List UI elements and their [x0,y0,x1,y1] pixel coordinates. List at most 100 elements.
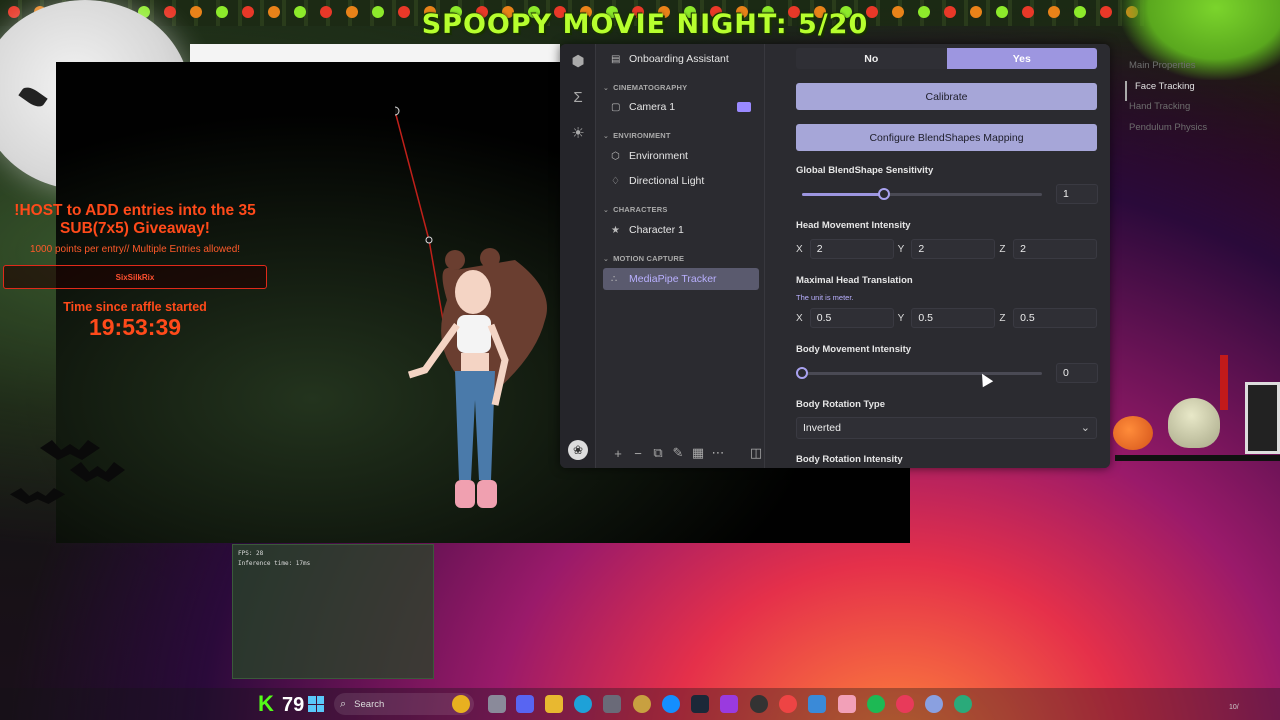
body-movement-input[interactable]: 0 [1056,363,1098,383]
tree-item-character[interactable]: ★ Character 1 [603,219,759,241]
shelf-decoration [1115,455,1280,461]
garland-bulb [268,6,280,18]
sensitivity-label: Global BlendShape Sensitivity [796,165,934,176]
body-rotation-type-select[interactable]: Inverted ⌄ [796,417,1097,439]
weather-icon[interactable] [452,695,470,713]
timer-value: 19:53:39 [88,314,182,340]
garland-bulb [1100,6,1112,18]
tree-item-label: Environment [629,150,688,162]
chrome-icon[interactable] [779,695,797,713]
spotify-icon[interactable] [867,695,885,713]
camera-live-icon[interactable] [737,102,751,112]
nav-main-properties[interactable]: Main Properties [1125,60,1245,81]
giveaway-entrant: SixSilkRix [3,265,267,289]
toggle-yes-button[interactable]: Yes [946,48,1097,69]
axis-z-label: Z [999,243,1006,255]
sensitivity-input[interactable]: 1 [1056,184,1098,204]
head-movement-x-input[interactable]: 2 [809,239,894,259]
slider-track [802,372,1042,375]
cube-icon[interactable]: ⬢ [568,51,588,71]
nav-face-tracking[interactable]: Face Tracking [1125,80,1245,101]
stream-title-banner: SPOOPY MOVIE NIGHT: 5/20 [421,8,869,40]
panel-toggle-icon[interactable]: ◫ [749,445,763,461]
lightbulb-icon[interactable]: ☀ [568,123,588,143]
body-movement-slider[interactable] [796,363,1046,383]
section-nav: Main Properties Face Tracking Hand Track… [1125,60,1245,142]
giveaway-title: !HOST to ADD entries into the 35 SUB(7x5… [14,202,256,237]
more-icon[interactable]: ⋯ [711,445,725,461]
obs-icon[interactable] [750,695,768,713]
nav-hand-tracking[interactable]: Hand Tracking [1125,101,1245,122]
calibrate-button[interactable]: Calibrate [796,83,1097,110]
vivaldi-icon[interactable] [720,695,738,713]
edge-icon[interactable] [574,695,592,713]
garland-bulb [216,6,228,18]
toggle-no-button[interactable]: No [796,48,947,69]
tree-item-mediapipe-tracker[interactable]: ∴ MediaPipe Tracker [603,268,759,290]
head-translation-xyz: X 0.5 Y 0.5 Z 0.5 [796,308,1098,328]
duplicate-icon[interactable]: ⧉ [651,445,665,461]
file-explorer-icon[interactable] [545,695,563,713]
head-translation-y-input[interactable]: 0.5 [911,308,996,328]
avatar-shoe [455,480,475,508]
garland-bulb [944,6,956,18]
configure-blendshapes-button[interactable]: Configure BlendShapes Mapping [796,124,1097,151]
garland-bulb [398,6,410,18]
category-environment[interactable]: ⌄ ENVIRONMENT [603,131,671,140]
garland-bulb [372,6,384,18]
category-cinematography[interactable]: ⌄ CINEMATOGRAPHY [603,83,687,92]
slider-thumb[interactable] [877,188,890,200]
yes-no-toggle: No Yes [796,48,1097,69]
gallery-icon[interactable] [838,695,856,713]
garland-bulb [346,6,358,18]
pumpkin-decoration [1113,416,1153,450]
viewport-top-strip [190,44,560,62]
windows-start-icon[interactable] [308,696,324,712]
head-movement-y-input[interactable]: 2 [911,239,996,259]
head-translation-label: Maximal Head Translation [796,275,913,286]
edit-icon[interactable]: ✎ [671,445,685,461]
slider-fill [802,193,884,196]
chevron-down-icon: ⌄ [603,207,610,214]
axis-x-label: X [796,312,803,324]
warudo-icon[interactable] [925,695,943,713]
tree-item-directional-light[interactable]: ♢ Directional Light [603,170,759,192]
head-translation-x-input[interactable]: 0.5 [809,308,894,328]
discord-icon[interactable] [516,695,534,713]
steam-icon[interactable] [691,695,709,713]
category-motion-capture[interactable]: ⌄ MOTION CAPTURE [603,254,684,263]
slider-thumb[interactable] [796,367,808,379]
tree-item-label: Camera 1 [629,101,676,113]
lightbulb-icon: ♢ [611,175,620,187]
tree-item-onboarding[interactable]: ▤ Onboarding Assistant [603,48,759,70]
chevron-down-icon: ⌄ [1080,422,1090,434]
axis-y-label: Y [897,243,905,255]
app-logo-icon[interactable]: ❀ [568,440,588,460]
tree-item-environment[interactable]: ⬡ Environment [603,145,759,167]
settings-gear-icon[interactable] [954,695,972,713]
grid-add-icon[interactable]: ▦ [691,445,705,461]
avatar-shoe [477,480,497,508]
avatar-character[interactable] [395,100,565,520]
remove-icon[interactable]: − [631,446,645,461]
vscode-icon[interactable] [808,695,826,713]
head-movement-label: Head Movement Intensity [796,220,911,231]
battlenet-icon[interactable] [662,695,680,713]
taskbar-clock: 10/ [1229,704,1239,711]
body-rotation-type-label: Body Rotation Type [796,399,886,410]
sensitivity-slider[interactable] [796,184,1046,204]
task-view-icon[interactable] [488,695,506,713]
maps-icon[interactable] [896,695,914,713]
head-translation-z-input[interactable]: 0.5 [1013,308,1098,328]
head-movement-z-input[interactable]: 2 [1013,239,1098,259]
spiderweb-frame-decoration [1245,382,1280,454]
skull-decoration [1168,398,1220,448]
tree-item-camera[interactable]: ▢ Camera 1 [603,96,759,118]
nav-pendulum-physics[interactable]: Pendulum Physics [1125,122,1245,143]
category-characters[interactable]: ⌄ CHARACTERS [603,205,668,214]
icon-rail: ⬢ Σ ☀ ❀ [560,44,596,468]
sigma-icon[interactable]: Σ [568,87,588,107]
wow-icon[interactable] [633,695,651,713]
ms-store-icon[interactable] [603,695,621,713]
add-icon[interactable]: + [611,446,625,461]
